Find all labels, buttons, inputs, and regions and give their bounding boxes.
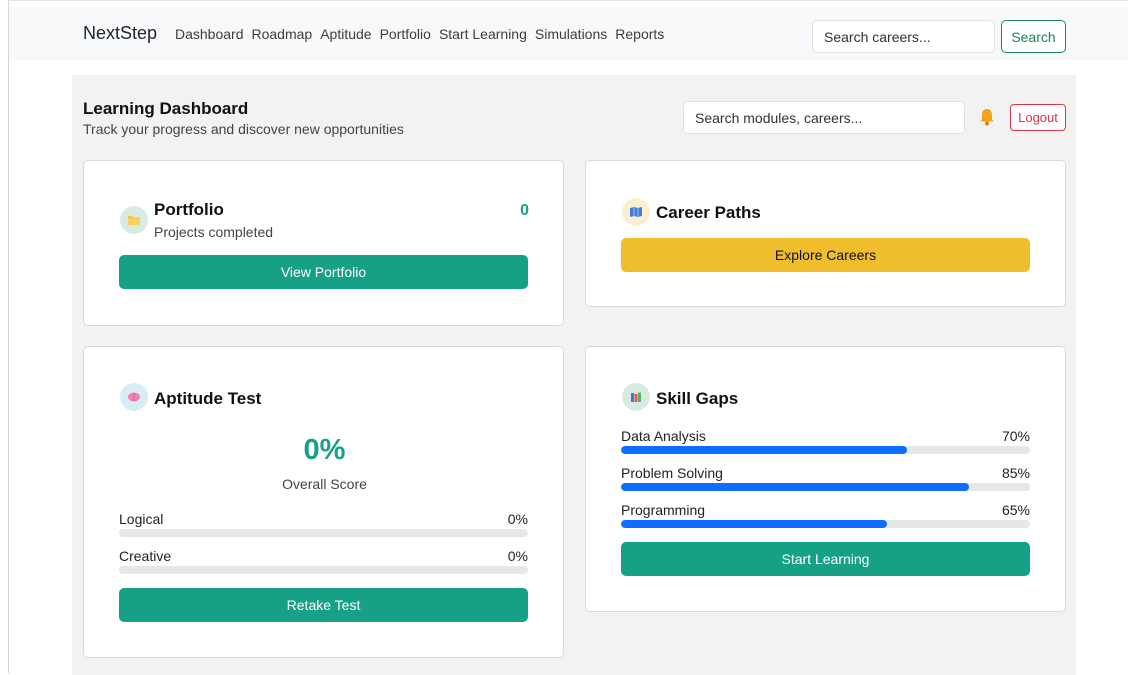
metric-value-logical: 0% <box>507 511 528 527</box>
logout-button[interactable]: Logout <box>1010 104 1066 131</box>
skill-value-data-analysis: 70% <box>1001 428 1030 444</box>
nav-link-roadmap[interactable]: Roadmap <box>252 26 313 42</box>
dashboard-main: Learning Dashboard Track your progress a… <box>72 75 1076 675</box>
projects-count: 0 <box>520 202 529 219</box>
skill-bar-data-analysis <box>621 446 1030 454</box>
brain-icon <box>120 383 148 411</box>
map-icon <box>622 198 650 226</box>
app-frame: NextStep Dashboard Roadmap Aptitude Port… <box>8 0 1128 675</box>
top-navbar: NextStep Dashboard Roadmap Aptitude Port… <box>9 7 1128 60</box>
skill-gaps-card: Skill Gaps Data Analysis 70% Problem Sol… <box>585 346 1066 612</box>
portfolio-card: Portfolio Projects completed 0 View Port… <box>83 160 564 326</box>
skill-bar-programming <box>621 520 1030 528</box>
books-icon <box>622 383 650 411</box>
nav-link-dashboard[interactable]: Dashboard <box>175 26 244 42</box>
nav-link-aptitude[interactable]: Aptitude <box>320 26 371 42</box>
nav-link-reports[interactable]: Reports <box>615 26 664 42</box>
career-paths-title: Career Paths <box>656 203 761 222</box>
explore-careers-button[interactable]: Explore Careers <box>621 238 1030 272</box>
overall-score-label: Overall Score <box>282 476 367 492</box>
skill-bar-problem-solving <box>621 483 1030 491</box>
skill-fill-data-analysis <box>621 446 908 454</box>
skill-fill-problem-solving <box>621 483 969 491</box>
metric-label-creative: Creative <box>119 548 172 564</box>
page-title: Learning Dashboard <box>83 99 249 118</box>
metric-value-creative: 0% <box>507 548 528 564</box>
metric-label-logical: Logical <box>119 511 164 527</box>
nav-links: Dashboard Roadmap Aptitude Portfolio Sta… <box>175 26 672 42</box>
skill-fill-programming <box>621 520 887 528</box>
career-search-button[interactable]: Search <box>1001 20 1066 53</box>
metric-bar-creative <box>119 566 528 574</box>
nav-link-portfolio[interactable]: Portfolio <box>380 26 431 42</box>
portfolio-subtitle: Projects completed <box>154 224 274 240</box>
page-subtitle: Track your progress and discover new opp… <box>83 121 404 137</box>
bell-icon[interactable] <box>978 107 996 127</box>
module-search-input[interactable] <box>683 101 965 134</box>
skill-value-programming: 65% <box>1001 502 1030 518</box>
retake-test-button[interactable]: Retake Test <box>119 588 528 622</box>
view-portfolio-button[interactable]: View Portfolio <box>119 255 528 289</box>
start-learning-button[interactable]: Start Learning <box>621 542 1030 576</box>
metric-bar-logical <box>119 529 528 537</box>
skill-label-data-analysis: Data Analysis <box>621 428 706 444</box>
skill-value-problem-solving: 85% <box>1001 465 1030 481</box>
skill-label-programming: Programming <box>621 502 706 518</box>
portfolio-title: Portfolio <box>154 200 224 219</box>
nav-link-start-learning[interactable]: Start Learning <box>439 26 527 42</box>
skill-gaps-title: Skill Gaps <box>656 389 739 408</box>
skill-label-problem-solving: Problem Solving <box>621 465 723 481</box>
overall-score: 0% <box>303 434 346 466</box>
aptitude-test-card: Aptitude Test 0% Overall Score Logical 0… <box>83 346 564 658</box>
career-search-input[interactable] <box>812 20 995 53</box>
aptitude-title: Aptitude Test <box>154 389 262 408</box>
nav-link-simulations[interactable]: Simulations <box>535 26 607 42</box>
brand-logo[interactable]: NextStep <box>83 23 157 44</box>
career-paths-card: Career Paths Explore Careers <box>585 160 1066 307</box>
folder-icon <box>120 206 148 234</box>
